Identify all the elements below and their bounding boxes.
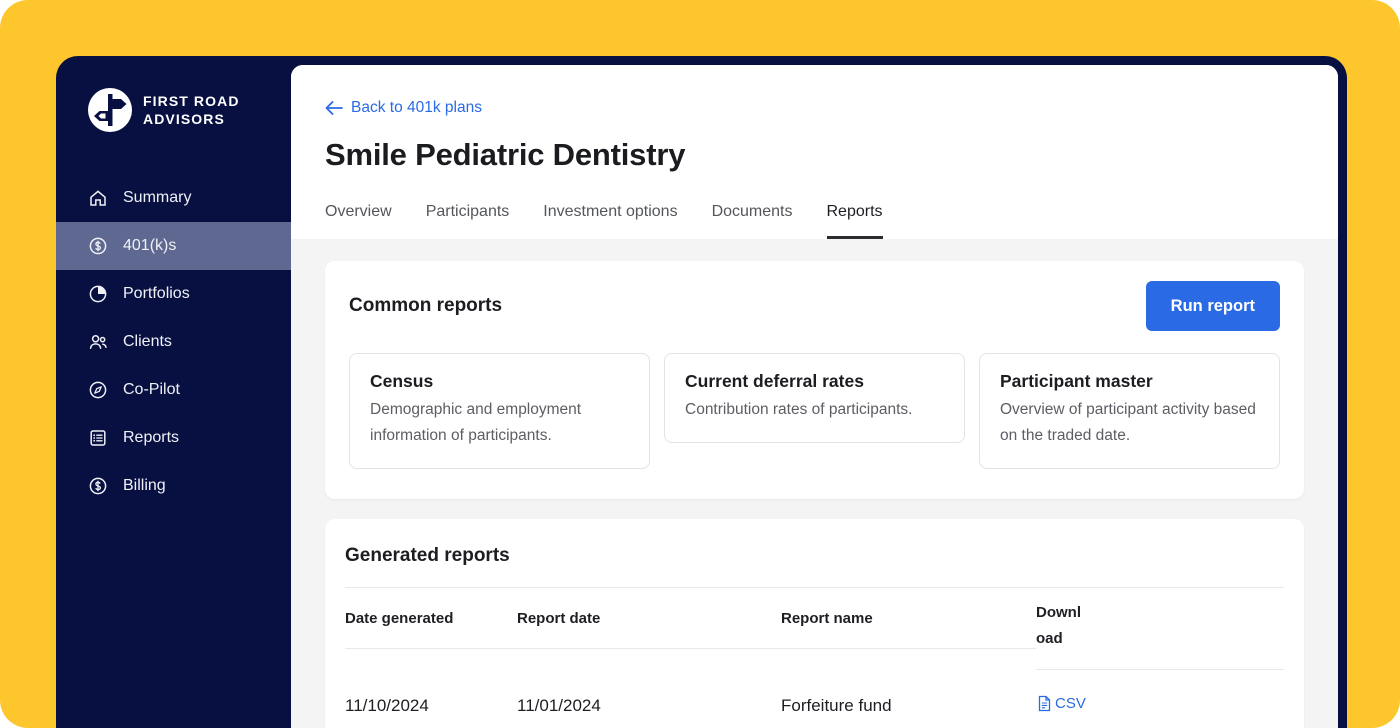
pie-chart-icon [88,284,108,304]
tab-participants[interactable]: Participants [426,203,510,239]
table-header-left-group: Date generated Report date Report name [345,588,1036,649]
yellow-backdrop: FIRST ROAD ADVISORS Summary 401(k)s Port… [0,0,1400,728]
cell-download: CSV [1036,695,1284,717]
tab-investment-options[interactable]: Investment options [543,203,677,239]
app-window: FIRST ROAD ADVISORS Summary 401(k)s Port… [56,56,1347,728]
sidebar-item-label: Summary [123,189,192,206]
brand-name-line1: FIRST ROAD [143,92,240,109]
report-card-description: Demographic and employment information o… [370,401,582,444]
page-header: Back to 401k plans Smile Pediatric Denti… [291,65,1338,239]
sidebar-item-label: Co-Pilot [123,381,180,398]
sidebar-item-billing[interactable]: Billing [56,462,291,510]
sidebar-item-summary[interactable]: Summary [56,174,291,222]
tab-documents[interactable]: Documents [712,203,793,239]
report-type-cards: Census Demographic and employment inform… [349,353,1280,469]
generated-reports-card: Generated reports Date generated Report … [325,518,1304,728]
report-card-description: Overview of participant activity based o… [1000,401,1256,444]
sidebar-item-reports[interactable]: Reports [56,414,291,462]
sidebar-item-label: 401(k)s [123,237,177,254]
brand-logo: FIRST ROAD ADVISORS [56,88,291,132]
cell-report-name: Forfeiture fund [781,696,892,716]
sidebar-item-portfolios[interactable]: Portfolios [56,270,291,318]
table-header-row: Date generated Report date Report name D… [345,588,1284,671]
sidebar-item-copilot[interactable]: Co-Pilot [56,366,291,414]
sidebar: FIRST ROAD ADVISORS Summary 401(k)s Port… [56,56,291,728]
column-header-report-name: Report name [781,609,873,627]
generated-reports-heading: Generated reports [345,544,510,566]
report-card-title: Census [370,371,434,391]
tab-reports[interactable]: Reports [826,203,883,239]
report-card-title: Participant master [1000,371,1153,391]
file-icon [1038,696,1051,712]
page-title: Smile Pediatric Dentistry [325,137,686,172]
column-header-date-generated: Date generated [345,609,454,627]
home-icon [88,188,108,208]
signpost-logo-icon [88,88,132,132]
report-card-census[interactable]: Census Demographic and employment inform… [349,353,650,469]
csv-download-link[interactable]: CSV [1036,695,1086,712]
arrow-left-icon [325,101,343,115]
sidebar-item-label: Billing [123,477,166,494]
report-card-title: Current deferral rates [685,371,864,391]
column-header-download: Download [1036,588,1284,671]
sidebar-item-401ks[interactable]: 401(k)s [56,222,291,270]
report-card-current-deferral-rates[interactable]: Current deferral rates Contribution rate… [664,353,965,443]
report-card-description: Contribution rates of participants. [685,401,913,418]
content-area: Common reports Run report Census Demogra… [291,239,1338,728]
list-icon [88,428,108,448]
back-link[interactable]: Back to 401k plans [325,99,482,117]
cell-report-date: 11/01/2024 [517,696,601,716]
csv-link-label: CSV [1055,695,1086,713]
tab-overview[interactable]: Overview [325,203,392,239]
cell-date-generated: 11/10/2024 [345,696,429,716]
brand-name-line2: ADVISORS [143,111,225,127]
sidebar-nav: Summary 401(k)s Portfolios Clients Co-Pi… [56,174,291,510]
people-icon [88,332,108,352]
common-reports-heading: Common reports [349,295,503,316]
table-row: 11/10/2024 11/01/2024 Forfeiture fund CS… [345,670,1284,717]
main-panel: Back to 401k plans Smile Pediatric Denti… [291,65,1338,728]
sidebar-item-clients[interactable]: Clients [56,318,291,366]
common-reports-card: Common reports Run report Census Demogra… [325,261,1304,499]
report-card-participant-master[interactable]: Participant master Overview of participa… [979,353,1280,469]
sidebar-item-label: Clients [123,333,172,350]
tab-bar: Overview Participants Investment options… [325,203,1304,239]
sidebar-item-label: Reports [123,429,180,446]
common-reports-header: Common reports Run report [349,281,1280,331]
dollar-circle-icon [88,236,108,256]
column-header-report-date: Report date [517,609,601,627]
back-link-label: Back to 401k plans [351,99,482,116]
run-report-button[interactable]: Run report [1145,281,1280,331]
brand-name: FIRST ROAD ADVISORS [143,92,240,128]
sidebar-item-label: Portfolios [123,285,190,302]
compass-icon [88,380,108,400]
dollar-badge-icon [88,476,108,496]
